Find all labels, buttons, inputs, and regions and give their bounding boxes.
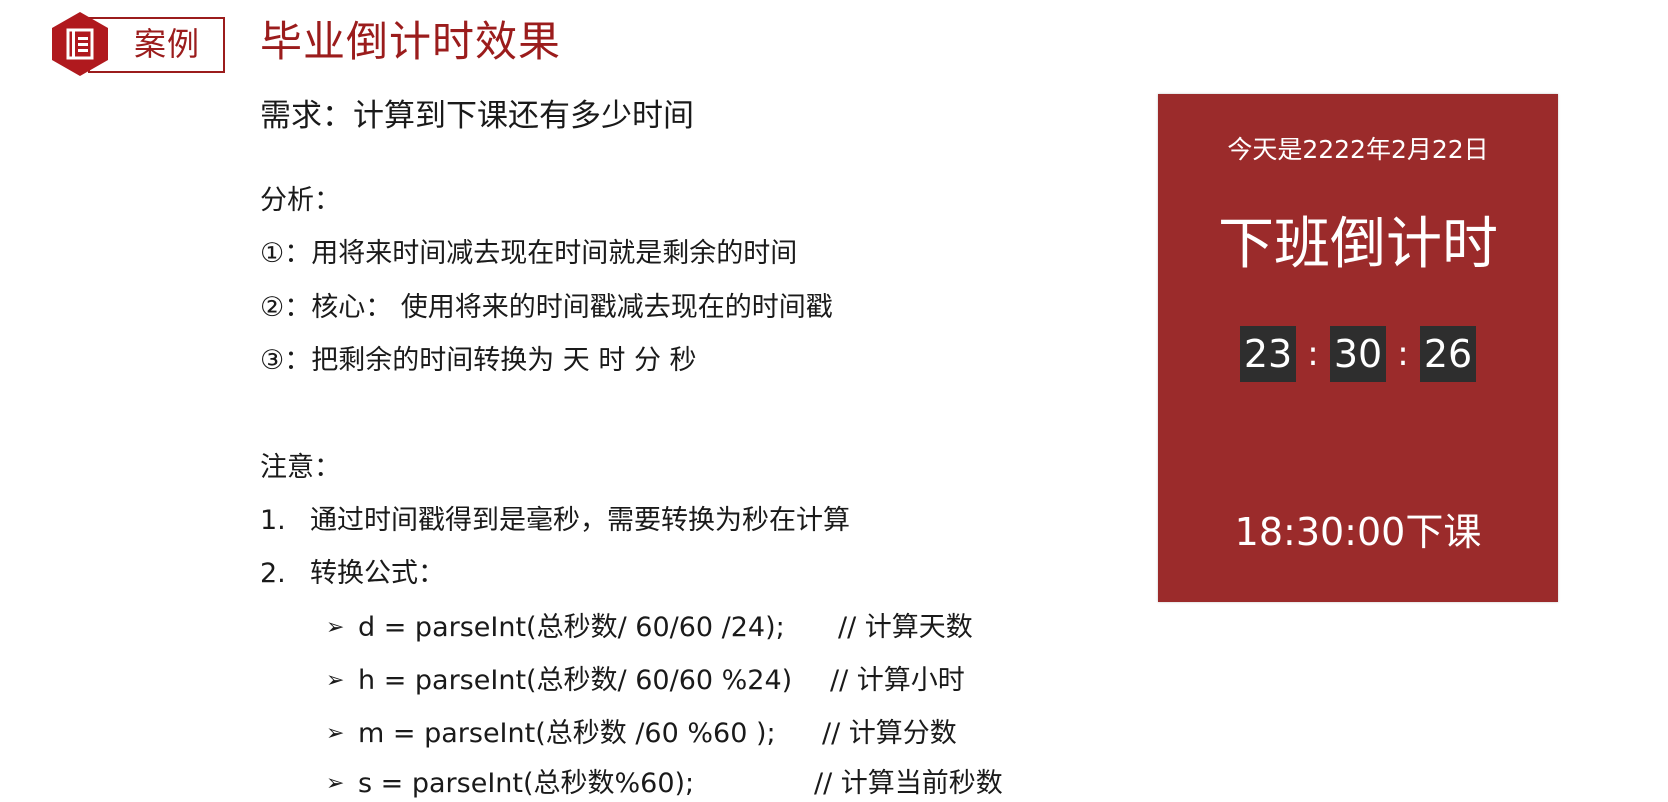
document-icon [52, 12, 108, 76]
analysis-item: ①：用将来时间减去现在时间就是剩余的时间 [260, 238, 798, 269]
note-item: 1. 通过时间戳得到是毫秒，需要转换为秒在计算 [260, 503, 850, 539]
badge-label: 案例 [134, 25, 201, 63]
separator: : [1397, 334, 1409, 374]
formula-row: ➢ h = parseInt(总秒数/ 60/60 %24) // 计算小时 [0, 663, 1100, 699]
page-title: 毕业倒计时效果 [260, 17, 562, 66]
formula-code: d = parseInt(总秒数/ 60/60 /24); [358, 612, 785, 643]
notes-heading: 注意： [260, 452, 341, 483]
formula-row: ➢ d = parseInt(总秒数/ 60/60 /24); // 计算天数 [0, 610, 1100, 646]
note-number: 2. [260, 558, 286, 589]
arrow-bullet-icon: ➢ [326, 615, 345, 640]
note-text: 通过时间戳得到是毫秒，需要转换为秒在计算 [310, 505, 850, 536]
formula-comment: // 计算天数 [838, 612, 973, 643]
formula-code: m = parseInt(总秒数 /60 %60 ); [358, 718, 776, 749]
minutes-box: 30 [1330, 326, 1386, 382]
current-date: 今天是2222年2月22日 [1227, 135, 1489, 164]
formula-code: h = parseInt(总秒数/ 60/60 %24) [358, 665, 793, 696]
case-badge: 案例 [50, 12, 225, 76]
slide: 案例 毕业倒计时效果 需求：计算到下课还有多少时间 分析： ①：用将来时间减去现… [0, 0, 1668, 802]
note-number: 1. [260, 505, 286, 536]
formula-comment: // 计算小时 [830, 665, 965, 696]
formula-comment: // 计算分数 [822, 718, 957, 749]
analysis-item: ③：把剩余的时间转换为 天 时 分 秒 [260, 345, 697, 376]
analysis-item: ②：核心： 使用将来的时间戳减去现在的时间戳 [260, 292, 833, 323]
separator: : [1307, 334, 1319, 374]
arrow-bullet-icon: ➢ [326, 668, 345, 693]
countdown-timer: 23 : 30 : 26 [1158, 326, 1558, 382]
formula-code: s = parseInt(总秒数%60); [358, 768, 695, 799]
arrow-bullet-icon: ➢ [326, 721, 345, 746]
countdown-card: 今天是2222年2月22日 下班倒计时 23 : 30 : 26 18:30:0… [1158, 94, 1558, 602]
formula-row: ➢ s = parseInt(总秒数%60); // 计算当前秒数 [0, 766, 1100, 802]
requirement-text: 需求：计算到下课还有多少时间 [260, 98, 694, 134]
arrow-bullet-icon: ➢ [326, 771, 345, 796]
end-time: 18:30:00下课 [1234, 510, 1482, 554]
formula-comment: // 计算当前秒数 [814, 768, 1003, 799]
hours-box: 23 [1240, 326, 1296, 382]
formula-row: ➢ m = parseInt(总秒数 /60 %60 ); // 计算分数 [0, 716, 1100, 752]
analysis-heading: 分析： [260, 185, 341, 216]
countdown-heading: 下班倒计时 [1218, 212, 1498, 277]
seconds-box: 26 [1420, 326, 1476, 382]
note-item: 2. 转换公式： [260, 556, 445, 592]
note-text: 转换公式： [310, 558, 445, 589]
